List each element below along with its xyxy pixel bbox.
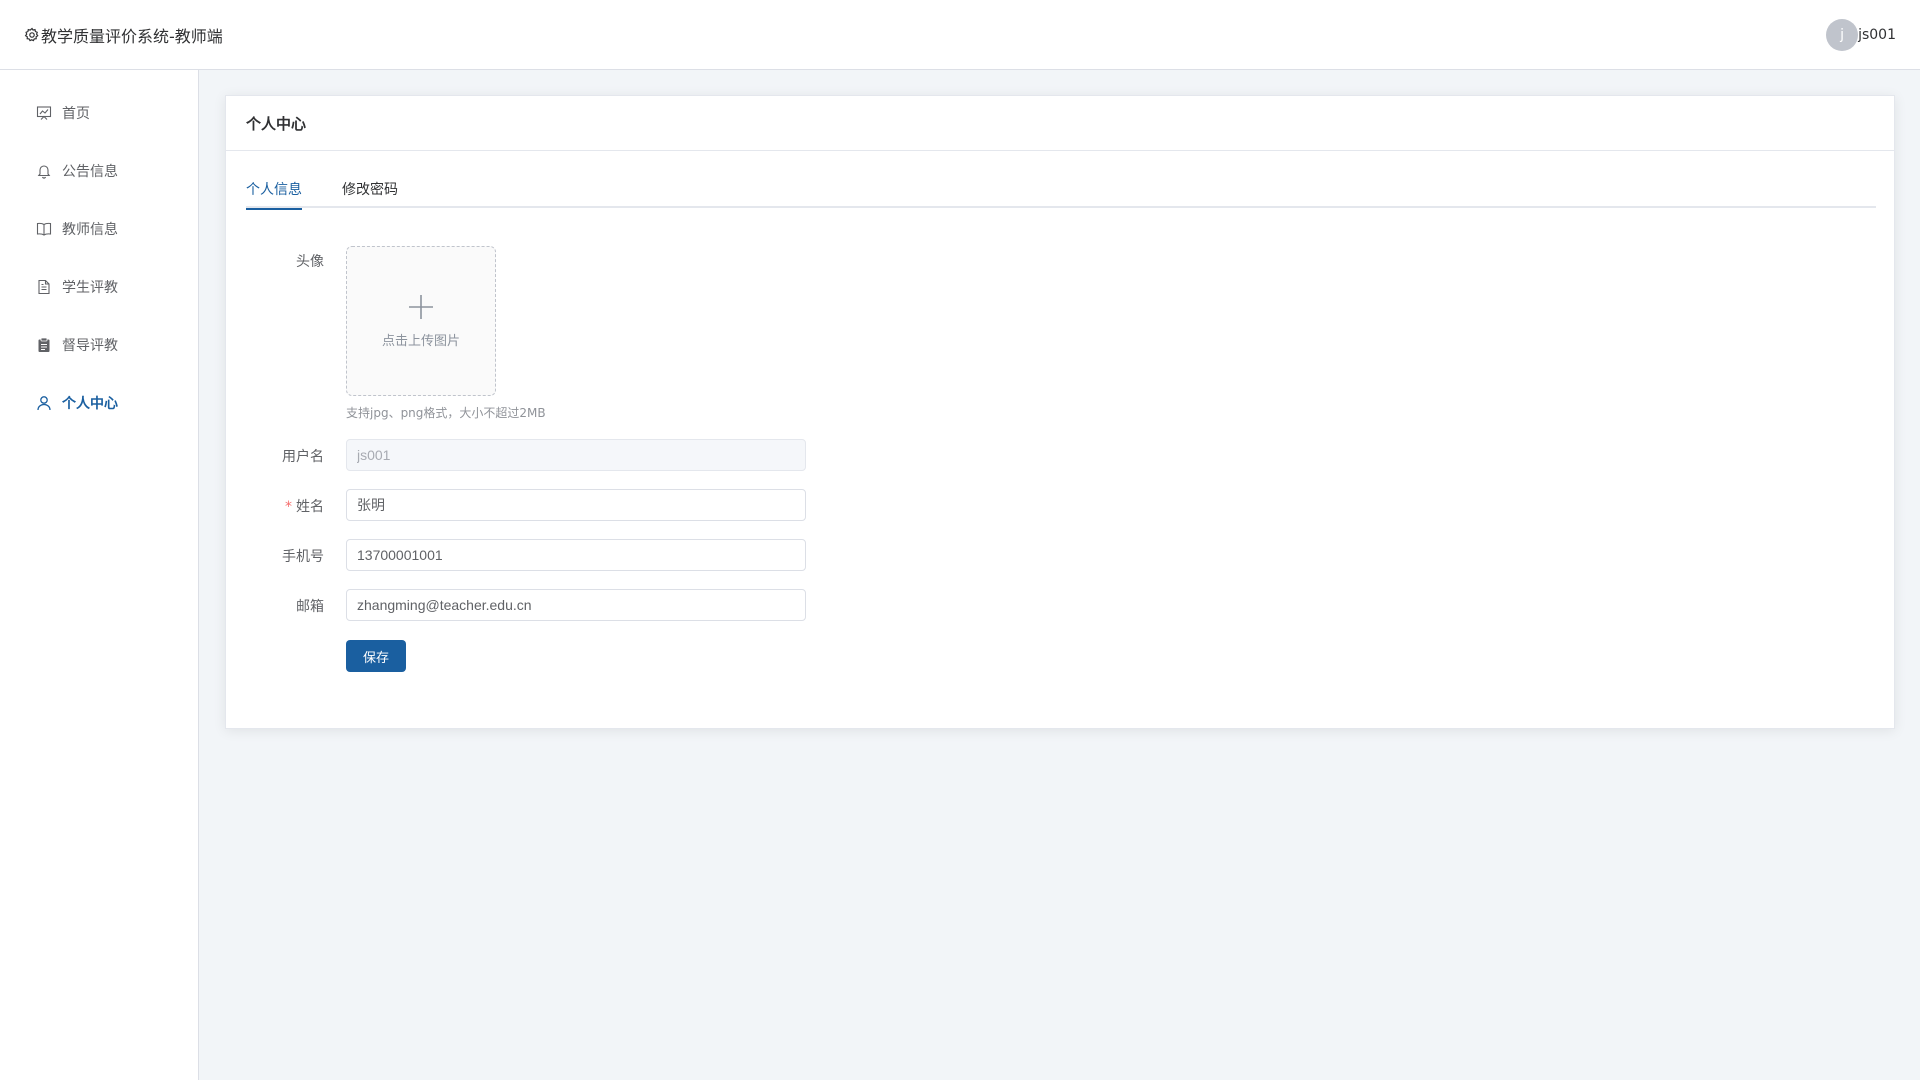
username-label[interactable]: js001 — [1858, 27, 1896, 43]
clipboard-icon — [36, 337, 52, 353]
sidebar-item-label: 学生评教 — [62, 280, 118, 296]
avatar-label: 头像 — [296, 254, 324, 270]
dashboard-icon — [36, 105, 52, 121]
sidebar-item-label: 督导评教 — [62, 338, 118, 354]
user-menu[interactable]: j js001 — [1826, 18, 1896, 51]
sidebar-item-student-eval[interactable]: 学生评教 — [0, 258, 198, 316]
sidebar-item-announcements[interactable]: 公告信息 — [0, 142, 198, 200]
username-label: 用户名 — [282, 449, 324, 465]
email-label: 邮箱 — [296, 599, 324, 615]
user-icon — [36, 395, 52, 411]
bell-icon — [36, 163, 52, 179]
name-field[interactable] — [346, 489, 806, 521]
sidebar-item-home[interactable]: 首页 — [0, 84, 198, 142]
plus-icon — [408, 294, 434, 320]
profile-tabs: 个人信息 修改密码 — [246, 180, 1876, 210]
required-mark: * — [285, 499, 292, 515]
gear-icon — [24, 27, 41, 43]
sidebar-item-label: 公告信息 — [62, 164, 118, 180]
phone-label: 手机号 — [282, 549, 324, 565]
upload-hint: 支持jpg、png格式，大小不超过2MB — [346, 406, 546, 420]
upload-text: 点击上传图片 — [381, 333, 460, 349]
app-title: 教学质量评价系统-教师端 — [41, 26, 223, 46]
username-field — [346, 439, 806, 471]
document-icon — [36, 279, 52, 295]
email-field[interactable] — [346, 589, 806, 621]
profile-card: 个人中心 个人信息 修改密码 头像 点击上传图片 支持jpg、png格式，大小不… — [225, 95, 1895, 729]
sidebar-item-profile[interactable]: 个人中心 — [0, 374, 198, 432]
sidebar-item-label: 首页 — [62, 106, 90, 122]
sidebar-item-label: 个人中心 — [62, 396, 118, 412]
sidebar: 首页 公告信息 教师信息 学生评教 督导评教 个人中心 — [0, 70, 199, 1080]
tab-personal-info[interactable]: 个人信息 — [246, 180, 302, 210]
save-button[interactable]: 保存 — [346, 640, 406, 672]
tab-change-password[interactable]: 修改密码 — [342, 180, 398, 208]
app-brand: 教学质量评价系统-教师端 — [24, 23, 223, 47]
avatar-upload[interactable]: 点击上传图片 — [346, 246, 496, 396]
page-title: 个人中心 — [226, 96, 1894, 151]
phone-field[interactable] — [346, 539, 806, 571]
sidebar-item-teacher-info[interactable]: 教师信息 — [0, 200, 198, 258]
sidebar-item-label: 教师信息 — [62, 222, 118, 238]
top-header: 教学质量评价系统-教师端 j js001 — [0, 0, 1920, 70]
book-icon — [36, 221, 52, 237]
name-label: 姓名 — [296, 499, 324, 515]
sidebar-item-supervisor-eval[interactable]: 督导评教 — [0, 316, 198, 374]
avatar[interactable]: j — [1826, 18, 1859, 51]
name-label-wrap: * 姓名 — [226, 496, 336, 516]
